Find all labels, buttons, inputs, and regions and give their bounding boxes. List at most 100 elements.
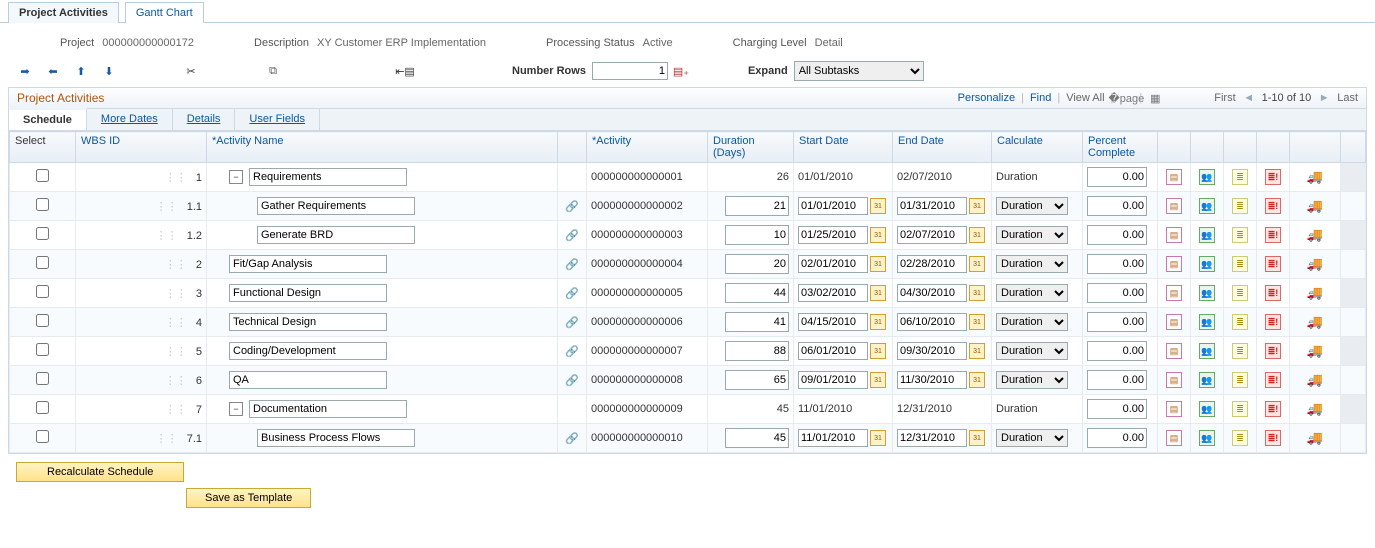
percent-complete-input[interactable] [1087,167,1147,187]
end-date-input[interactable] [897,313,967,331]
alert-icon[interactable]: ≣! [1265,372,1281,388]
start-date-input[interactable] [798,197,868,215]
drag-handle-icon[interactable]: ⋮⋮ [162,172,190,184]
arrow-down-icon[interactable]: ⬇ [102,64,116,78]
calculate-select[interactable]: Duration [996,342,1068,360]
row-select[interactable] [36,372,49,385]
download-icon[interactable]: ▦ [1148,91,1162,105]
drag-handle-icon[interactable]: ⋮⋮ [162,375,190,387]
row-select[interactable] [36,198,49,211]
percent-complete-input[interactable] [1087,196,1147,216]
duration-input[interactable] [725,370,789,390]
find-link[interactable]: Find [1030,92,1051,104]
transport-icon[interactable]: 🚚 [1308,228,1322,242]
team-icon[interactable]: 👥 [1199,314,1215,330]
percent-complete-input[interactable] [1087,312,1147,332]
team-icon[interactable]: 👥 [1199,256,1215,272]
detail-icon[interactable]: ▤ [1166,314,1182,330]
start-date-input[interactable] [798,313,868,331]
row-select[interactable] [36,401,49,414]
calendar-icon[interactable]: 31 [969,372,985,388]
transport-icon[interactable]: 🚚 [1308,402,1322,416]
team-icon[interactable]: 👥 [1199,343,1215,359]
arrow-up-icon[interactable]: ⬆ [74,64,88,78]
calendar-icon[interactable]: 31 [969,198,985,214]
recalculate-button[interactable]: Recalculate Schedule [16,462,184,482]
tab-schedule[interactable]: Schedule [9,108,87,130]
notes-icon[interactable]: ≣ [1232,227,1248,243]
next-icon[interactable]: ► [1317,91,1331,105]
drag-handle-icon[interactable]: ⋮⋮ [153,201,181,213]
duration-input[interactable] [725,196,789,216]
calendar-icon[interactable]: 31 [870,372,886,388]
detail-icon[interactable]: ▤ [1166,256,1182,272]
team-icon[interactable]: 👥 [1199,401,1215,417]
row-select[interactable] [36,256,49,269]
col-calc[interactable]: Calculate [997,135,1043,147]
collapse-icon[interactable]: − [229,170,243,184]
team-icon[interactable]: 👥 [1199,285,1215,301]
start-date-input[interactable] [798,284,868,302]
alert-icon[interactable]: ≣! [1265,169,1281,185]
notes-icon[interactable]: ≣ [1232,285,1248,301]
drag-handle-icon[interactable]: ⋮⋮ [162,346,190,358]
row-select[interactable] [36,285,49,298]
link-icon[interactable]: 🔗 [565,230,579,242]
end-date-input[interactable] [897,197,967,215]
duration-input[interactable] [725,283,789,303]
prev-icon[interactable]: ◄ [1242,91,1256,105]
start-date-input[interactable] [798,342,868,360]
alert-icon[interactable]: ≣! [1265,198,1281,214]
calendar-icon[interactable]: 31 [969,256,985,272]
detail-icon[interactable]: ▤ [1166,285,1182,301]
percent-complete-input[interactable] [1087,225,1147,245]
tab-project-activities[interactable]: Project Activities [8,2,119,23]
end-date-input[interactable] [897,284,967,302]
arrow-right-icon[interactable]: ➡ [18,64,32,78]
calendar-icon[interactable]: 31 [969,343,985,359]
tab-user-fields[interactable]: User Fields [235,109,320,130]
transport-icon[interactable]: 🚚 [1308,286,1322,300]
calculate-select[interactable]: Duration [996,197,1068,215]
insert-rows-icon[interactable]: ▤₊ [674,64,688,78]
transport-icon[interactable]: 🚚 [1308,257,1322,271]
notes-icon[interactable]: ≣ [1232,430,1248,446]
percent-complete-input[interactable] [1087,341,1147,361]
row-select[interactable] [36,227,49,240]
arrow-left-icon[interactable]: ⬅ [46,64,60,78]
start-date-input[interactable] [798,371,868,389]
calendar-icon[interactable]: 31 [969,314,985,330]
save-template-button[interactable]: Save as Template [186,488,311,508]
view-all-link[interactable]: View All [1066,92,1104,104]
alert-icon[interactable]: ≣! [1265,343,1281,359]
notes-icon[interactable]: ≣ [1232,198,1248,214]
team-icon[interactable]: 👥 [1199,169,1215,185]
end-date-input[interactable] [897,342,967,360]
tab-more-dates[interactable]: More Dates [87,109,173,130]
notes-icon[interactable]: ≣ [1232,314,1248,330]
calendar-icon[interactable]: 31 [870,343,886,359]
calendar-icon[interactable]: 31 [870,314,886,330]
tab-gantt-chart[interactable]: Gantt Chart [125,2,204,23]
notes-icon[interactable]: ≣ [1232,169,1248,185]
col-wbs[interactable]: WBS ID [81,135,120,147]
activity-name-input[interactable] [229,284,387,302]
calendar-icon[interactable]: 31 [870,198,886,214]
tab-details[interactable]: Details [173,109,236,130]
percent-complete-input[interactable] [1087,399,1147,419]
alert-icon[interactable]: ≣! [1265,256,1281,272]
detail-icon[interactable]: ▤ [1166,430,1182,446]
zoom-icon[interactable]: �page [1119,91,1133,105]
transport-icon[interactable]: 🚚 [1308,170,1322,184]
link-icon[interactable]: 🔗 [565,259,579,271]
notes-icon[interactable]: ≣ [1232,343,1248,359]
alert-icon[interactable]: ≣! [1265,227,1281,243]
activity-name-input[interactable] [229,313,387,331]
transport-icon[interactable]: 🚚 [1308,344,1322,358]
notes-icon[interactable]: ≣ [1232,401,1248,417]
col-end[interactable]: End Date [898,135,944,147]
activity-name-input[interactable] [249,168,407,186]
calendar-icon[interactable]: 31 [870,285,886,301]
start-date-input[interactable] [798,429,868,447]
row-select[interactable] [36,430,49,443]
